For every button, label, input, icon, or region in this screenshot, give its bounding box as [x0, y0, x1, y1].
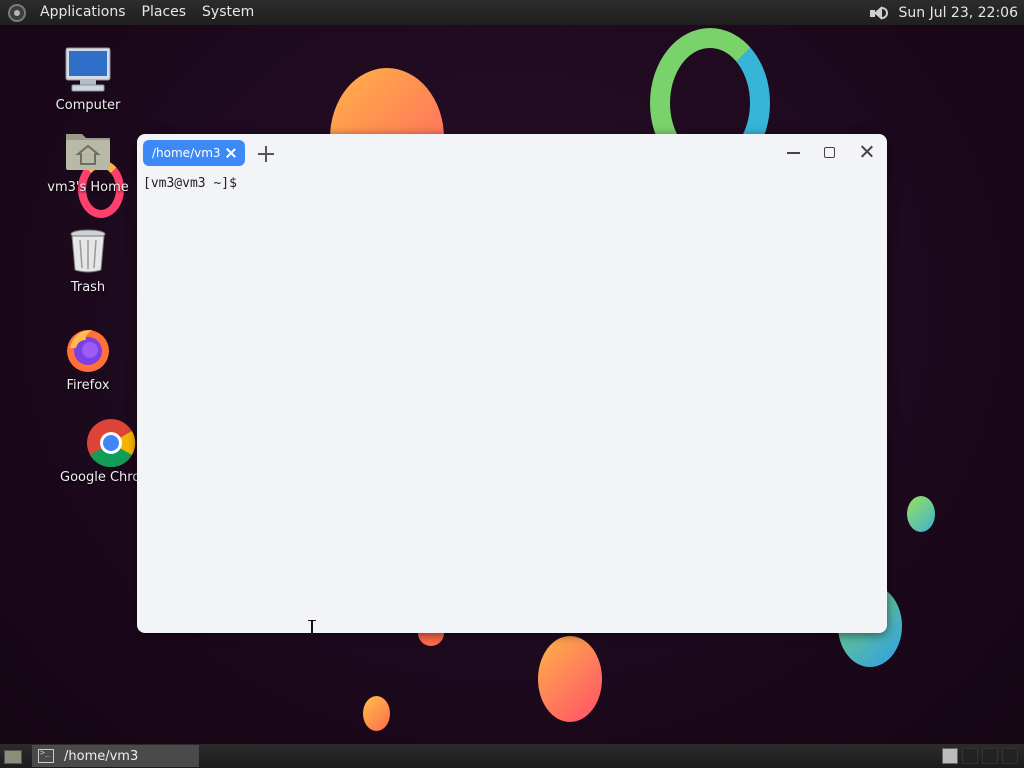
wallpaper-small-green-blob	[907, 496, 935, 532]
desktop-icon-computer[interactable]: Computer	[38, 46, 138, 113]
maximize-button[interactable]	[822, 144, 838, 160]
panel-tray: Sun Jul 23, 22:06	[869, 4, 1024, 22]
desktop-icon-trash[interactable]: Trash	[38, 228, 138, 295]
workspace-4[interactable]	[1002, 748, 1018, 764]
ibeam-cursor-icon	[308, 620, 316, 638]
distro-logo-icon[interactable]	[8, 3, 26, 22]
terminal-cursor	[245, 175, 253, 190]
wallpaper-bottom-orange-blob	[538, 636, 602, 722]
new-tab-icon[interactable]	[257, 145, 275, 163]
wallpaper-tiny-orange-blob	[363, 696, 390, 731]
terminal-tabbar: /home/vm3	[137, 134, 887, 172]
desktop-icon-firefox[interactable]: Firefox	[38, 326, 138, 393]
close-tab-icon[interactable]	[223, 145, 239, 161]
chrome-icon	[86, 418, 136, 468]
workspace-3[interactable]	[982, 748, 998, 764]
terminal-icon	[38, 748, 54, 763]
show-desktop-icon[interactable]	[2, 747, 24, 765]
terminal-output[interactable]: [vm3@vm3 ~]$	[137, 172, 887, 194]
trash-icon	[64, 228, 112, 276]
taskbar-item-label: /home/vm3	[64, 748, 139, 764]
desktop-icon-label: Computer	[55, 98, 121, 113]
places-menu[interactable]: Places	[134, 0, 195, 25]
desktop-icon-label: vm3's Home	[47, 180, 129, 195]
desktop-icon-home[interactable]: vm3's Home	[38, 128, 138, 195]
tab-title: /home/vm3	[152, 146, 221, 160]
applications-menu[interactable]: Applications	[32, 0, 134, 25]
minimize-button[interactable]	[786, 144, 802, 160]
volume-icon[interactable]	[869, 4, 888, 22]
taskbar-terminal-item[interactable]: /home/vm3	[32, 745, 199, 767]
terminal-window[interactable]: /home/vm3 [vm3@vm3 ~]$	[137, 134, 887, 633]
system-menu[interactable]: System	[194, 0, 262, 25]
workspace-switcher	[938, 748, 1018, 764]
workspace-2[interactable]	[962, 748, 978, 764]
firefox-icon	[64, 326, 112, 374]
workspace-1[interactable]	[942, 748, 958, 764]
desktop-icon-label: Trash	[70, 280, 106, 295]
bottom-panel: /home/vm3	[0, 744, 1024, 768]
shell-prompt: [vm3@vm3 ~]$	[143, 176, 237, 191]
computer-icon	[64, 46, 112, 94]
clock[interactable]: Sun Jul 23, 22:06	[899, 5, 1024, 21]
terminal-tab[interactable]: /home/vm3	[143, 140, 245, 166]
close-window-button[interactable]	[859, 144, 875, 160]
top-panel: Applications Places System Sun Jul 23, 2…	[0, 0, 1024, 25]
home-folder-icon	[64, 128, 112, 176]
desktop-icon-label: Firefox	[66, 378, 110, 393]
